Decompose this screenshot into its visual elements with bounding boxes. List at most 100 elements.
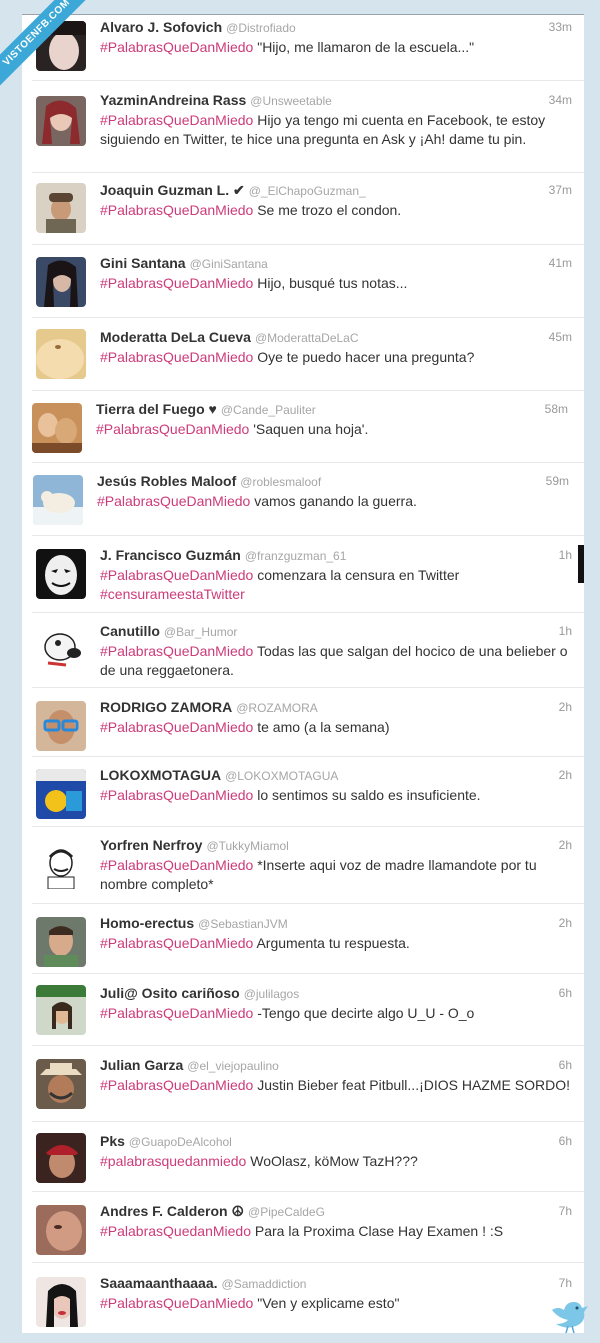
hashtag-link[interactable]: #PalabrasQueDanMiedo xyxy=(100,349,253,365)
user-name[interactable]: Joaquin Guzman L. ✔ xyxy=(100,182,245,198)
hashtag-link[interactable]: #censurameestaTwitter xyxy=(100,586,245,602)
tweet[interactable]: Yorfren Nerfroy @TukkyMiamol 2h #PalabrasQ… xyxy=(22,823,584,901)
hashtag-link[interactable]: #PalabrasQueDanMiedo xyxy=(100,567,253,583)
avatar[interactable] xyxy=(36,1277,86,1327)
hashtag-link[interactable]: #PalabrasQueDanMiedo xyxy=(100,202,253,218)
avatar[interactable] xyxy=(32,403,82,453)
tweet[interactable]: Canutillo @Bar_Humor 1h #PalabrasQueDanMie… xyxy=(22,609,584,685)
tweet[interactable]: Moderatta DeLa Cueva @ModerattaDeLaC 45m #… xyxy=(22,315,584,387)
scrollbar-thumb[interactable] xyxy=(578,545,584,583)
tweet-time[interactable]: 34m xyxy=(549,93,572,107)
user-handle[interactable]: @PipeCaldeG xyxy=(248,1205,325,1219)
user-name[interactable]: Gini Santana xyxy=(100,255,186,271)
avatar[interactable] xyxy=(36,917,86,967)
user-name[interactable]: Andres F. Calderon ☮ xyxy=(100,1203,244,1219)
tweet-time[interactable]: 1h xyxy=(559,548,572,562)
user-handle[interactable]: @Cande_Pauliter xyxy=(221,403,316,417)
hashtag-link[interactable]: #PalabrasQueDanMiedo xyxy=(100,857,253,873)
hashtag-link[interactable]: #PalabrasQueDanMiedo xyxy=(100,39,253,55)
avatar[interactable] xyxy=(36,183,86,233)
user-handle[interactable]: @roblesmaloof xyxy=(240,475,321,489)
hashtag-link[interactable]: #PalabrasQueDanMiedo xyxy=(100,1005,253,1021)
avatar[interactable] xyxy=(33,475,83,525)
tweet-time[interactable]: 33m xyxy=(549,20,572,34)
tweet-time[interactable]: 37m xyxy=(549,183,572,197)
user-handle[interactable]: @TukkyMiamol xyxy=(206,839,288,853)
avatar[interactable] xyxy=(36,1205,86,1255)
avatar[interactable] xyxy=(36,701,86,751)
hashtag-link[interactable]: #PalabrasQueDanMiedo xyxy=(96,421,249,437)
hashtag-link[interactable]: #PalabrasQueDanMiedo xyxy=(100,643,253,659)
tweet[interactable]: LOKOXMOTAGUA @LOKOXMOTAGUA 2h #PalabrasQue… xyxy=(22,753,584,825)
user-handle[interactable]: @_ElChapoGuzman_ xyxy=(249,184,366,198)
user-handle[interactable]: @Distrofiado xyxy=(226,21,296,35)
user-name[interactable]: YazminAndreina Rass xyxy=(100,92,246,108)
avatar[interactable] xyxy=(36,839,86,889)
user-handle[interactable]: @ROZAMORA xyxy=(236,701,318,715)
avatar[interactable] xyxy=(36,623,86,673)
tweet-time[interactable]: 6h xyxy=(559,986,572,1000)
user-handle[interactable]: @julilagos xyxy=(244,987,300,1001)
hashtag-link[interactable]: #PalabrasQueDanMiedo xyxy=(100,275,253,291)
hashtag-link[interactable]: #PalabrasQueDanMiedo xyxy=(100,112,253,128)
avatar[interactable] xyxy=(36,985,86,1035)
tweet[interactable]: Jesús Robles Maloof @roblesmaloof 59m #Pal… xyxy=(19,459,581,531)
user-name[interactable]: Homo-erectus xyxy=(100,915,194,931)
user-name[interactable]: J. Francisco Guzmán xyxy=(100,547,241,563)
tweet-time[interactable]: 6h xyxy=(559,1134,572,1148)
user-name[interactable]: LOKOXMOTAGUA xyxy=(100,767,221,783)
tweet[interactable]: Saaamaanthaaaa. @Samaddiction 7h #Palabras… xyxy=(22,1261,584,1333)
user-name[interactable]: Canutillo xyxy=(100,623,160,639)
avatar[interactable] xyxy=(36,1133,86,1183)
user-handle[interactable]: @franzguzman_61 xyxy=(245,549,347,563)
tweet[interactable]: Joaquin Guzman L. ✔ @_ElChapoGuzman_ 37m #… xyxy=(22,169,584,241)
avatar[interactable] xyxy=(36,1059,86,1109)
tweet-time[interactable]: 59m xyxy=(546,474,569,488)
hashtag-link[interactable]: #PalabrasQueDanMiedo xyxy=(100,787,253,803)
user-handle[interactable]: @LOKOXMOTAGUA xyxy=(225,769,338,783)
user-name[interactable]: Juli@ Osito cariñoso xyxy=(100,985,240,1001)
avatar[interactable] xyxy=(36,257,86,307)
tweet[interactable]: Pks @GuapoDeAlcohol 6h #palabrasquedanmied… xyxy=(22,1119,584,1191)
hashtag-link[interactable]: #PalabrasQueDanMiedo xyxy=(97,493,250,509)
tweet-time[interactable]: 41m xyxy=(549,256,572,270)
user-name[interactable]: Tierra del Fuego ♥ xyxy=(96,401,217,417)
tweet-time[interactable]: 45m xyxy=(549,330,572,344)
tweet[interactable]: Homo-erectus @SebastianJVM 2h #PalabrasQue… xyxy=(22,901,584,973)
tweet[interactable]: Andres F. Calderon ☮ @PipeCaldeG 7h #Palab… xyxy=(22,1189,584,1261)
tweet-time[interactable]: 1h xyxy=(559,624,572,638)
tweet-time[interactable]: 6h xyxy=(559,1058,572,1072)
tweet-time[interactable]: 2h xyxy=(559,700,572,714)
tweet-time[interactable]: 7h xyxy=(559,1204,572,1218)
avatar[interactable] xyxy=(36,96,86,146)
tweet-time[interactable]: 7h xyxy=(559,1276,572,1290)
tweet[interactable]: Tierra del Fuego ♥ @Cande_Pauliter 58m #Pa… xyxy=(18,387,580,459)
user-name[interactable]: Alvaro J. Sofovich xyxy=(100,19,222,35)
avatar[interactable] xyxy=(36,549,86,599)
tweet[interactable]: Alvaro J. Sofovich @Distrofiado 33m #Palab… xyxy=(22,19,584,81)
hashtag-link[interactable]: #PalabrasQueDanMiedo xyxy=(100,1077,253,1093)
user-handle[interactable]: @Unsweetable xyxy=(250,94,332,108)
user-name[interactable]: Pks xyxy=(100,1133,125,1149)
user-name[interactable]: Yorfren Nerfroy xyxy=(100,837,202,853)
tweet[interactable]: YazminAndreina Rass @Unsweetable 34m #Pala… xyxy=(22,92,584,168)
user-handle[interactable]: @ModerattaDeLaC xyxy=(255,331,359,345)
user-name[interactable]: Jesús Robles Maloof xyxy=(97,473,236,489)
hashtag-link[interactable]: #palabrasquedanmiedo xyxy=(100,1153,246,1169)
hashtag-link[interactable]: #PalabrasQueDanMiedo xyxy=(100,935,253,951)
user-handle[interactable]: @Bar_Humor xyxy=(164,625,238,639)
tweet[interactable]: Gini Santana @GiniSantana 41m #PalabrasQue… xyxy=(22,241,584,313)
user-name[interactable]: RODRIGO ZAMORA xyxy=(100,699,232,715)
tweet[interactable]: RODRIGO ZAMORA @ROZAMORA 2h #PalabrasQueDa… xyxy=(22,685,584,757)
hashtag-link[interactable]: #PalabrasQuedanMiedo xyxy=(100,1223,251,1239)
hashtag-link[interactable]: #PalabrasQueDanMiedo xyxy=(100,1295,253,1311)
user-name[interactable]: Saaamaanthaaaa. xyxy=(100,1275,218,1291)
tweet[interactable]: Juli@ Osito cariñoso @julilagos 6h #Palabr… xyxy=(22,971,584,1043)
tweet[interactable]: J. Francisco Guzmán @franzguzman_61 1h #Pa… xyxy=(22,533,584,609)
user-handle[interactable]: @el_viejopaulino xyxy=(187,1059,279,1073)
tweet-time[interactable]: 58m xyxy=(545,402,568,416)
user-handle[interactable]: @GuapoDeAlcohol xyxy=(129,1135,232,1149)
user-handle[interactable]: @Samaddiction xyxy=(222,1277,307,1291)
avatar[interactable] xyxy=(36,329,86,379)
avatar[interactable] xyxy=(36,769,86,819)
